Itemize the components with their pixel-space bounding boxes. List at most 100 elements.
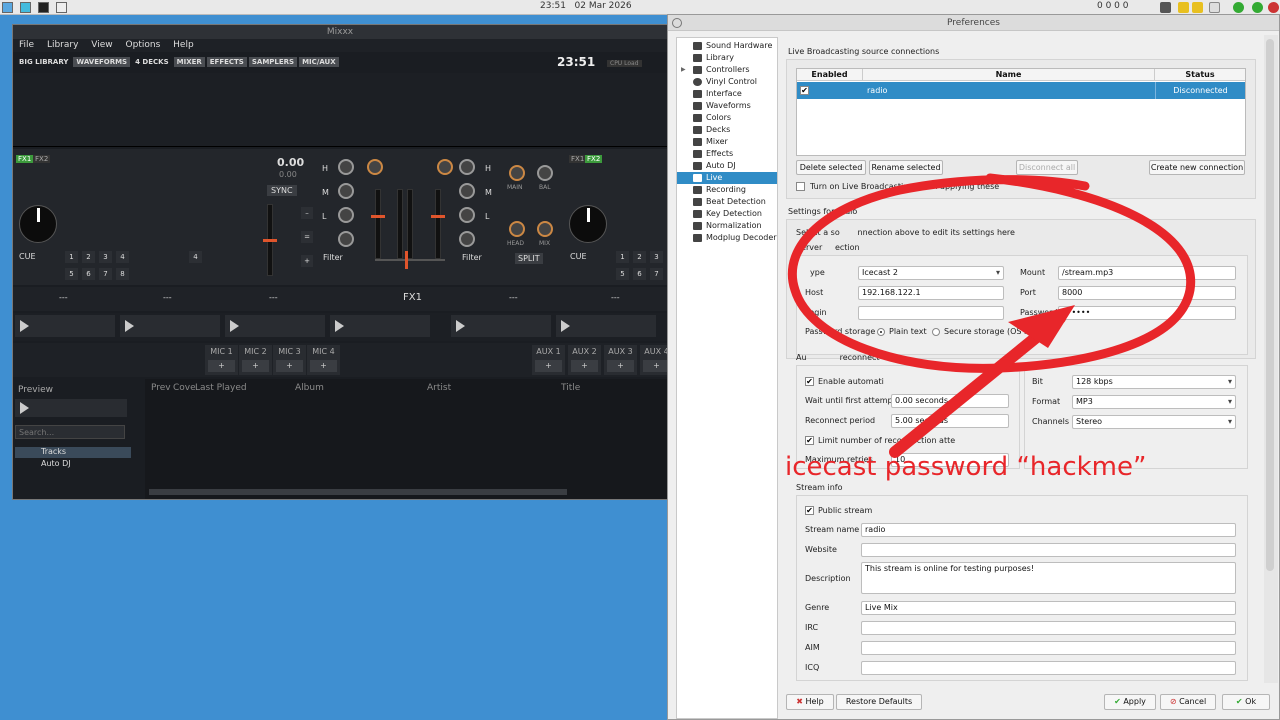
tree-auto-dj[interactable]: Auto DJ xyxy=(15,459,131,470)
power-icon[interactable] xyxy=(1268,2,1279,13)
split-button[interactable]: SPLIT xyxy=(515,253,543,264)
password-field[interactable]: •••••• xyxy=(1058,306,1236,320)
deck1-cue-button[interactable]: CUE xyxy=(19,252,36,261)
wait-first-attempt-spinner[interactable]: 0.00 seconds xyxy=(891,394,1009,408)
files-icon[interactable] xyxy=(20,2,31,13)
deck2-eq-high-knob[interactable] xyxy=(459,159,475,175)
toggle-4-decks[interactable]: 4 DECKS xyxy=(132,57,172,67)
aux-1-add[interactable]: + xyxy=(535,360,562,372)
menu-view[interactable]: View xyxy=(91,40,112,50)
deck2-volume-fader[interactable] xyxy=(435,189,441,259)
nav-sound-hardware[interactable]: Sound Hardware xyxy=(677,40,777,52)
enable-auto-reconnect-checkbox[interactable]: ✔ xyxy=(805,377,814,386)
crossfader[interactable] xyxy=(375,259,445,261)
notes-icon[interactable] xyxy=(1192,2,1203,13)
nav-effects[interactable]: Effects xyxy=(677,148,777,160)
preview-deck[interactable] xyxy=(15,399,127,417)
deck1-volume-handle[interactable] xyxy=(371,215,385,218)
deck1-minus-button[interactable]: – xyxy=(301,207,313,219)
menu-options[interactable]: Options xyxy=(126,40,161,50)
deck1-hotcue-3[interactable]: 3 xyxy=(99,251,112,263)
deck2-hotcue-2[interactable]: 2 xyxy=(633,251,646,263)
fx-unit-4-select[interactable]: --- xyxy=(509,293,518,302)
col-status[interactable]: Status xyxy=(1155,69,1245,81)
mic-4[interactable]: MIC 4 + xyxy=(307,345,340,375)
library-hscroll[interactable] xyxy=(149,489,567,495)
deck1-hotcue-2[interactable]: 2 xyxy=(82,251,95,263)
menu-icon[interactable] xyxy=(2,2,13,13)
mount-field[interactable]: /stream.mp3 xyxy=(1058,266,1236,280)
nav-key-detection[interactable]: Key Detection xyxy=(677,208,777,220)
deck2-cue-button[interactable]: CUE xyxy=(570,252,587,261)
deck1-plus-button[interactable]: + xyxy=(301,255,313,267)
toggle-samplers[interactable]: SAMPLERS xyxy=(248,57,298,67)
deck2-hotcue-3[interactable]: 3 xyxy=(650,251,663,263)
nav-beat-detection[interactable]: Beat Detection xyxy=(677,196,777,208)
fx-unit-5-select[interactable]: --- xyxy=(611,293,620,302)
nav-library[interactable]: Library xyxy=(677,52,777,64)
bitrate-select[interactable]: 128 kbps xyxy=(1072,375,1236,389)
col-album[interactable]: Album xyxy=(295,383,324,393)
restore-defaults-button[interactable]: Restore Defaults xyxy=(836,694,922,710)
toggle-effects[interactable]: EFFECTS xyxy=(206,57,247,67)
nav-modplug-decoder[interactable]: Modplug Decoder xyxy=(677,232,777,244)
fx-unit-3-select[interactable]: --- xyxy=(269,293,278,302)
aim-field[interactable] xyxy=(861,641,1236,655)
channels-select[interactable]: Stereo xyxy=(1072,415,1236,429)
network-icon[interactable] xyxy=(1233,2,1244,13)
deck1-rate-handle[interactable] xyxy=(263,239,277,242)
reconnect-period-spinner[interactable]: 5.00 seconds xyxy=(891,414,1009,428)
nav-interface[interactable]: Interface xyxy=(677,88,777,100)
play-icon[interactable] xyxy=(20,320,29,332)
deck1-volume-fader[interactable] xyxy=(375,189,381,259)
sampler-1[interactable] xyxy=(15,315,115,337)
deck2-eq-low-knob[interactable] xyxy=(459,207,475,223)
port-field[interactable]: 8000 xyxy=(1058,286,1236,300)
col-preview[interactable]: Prev xyxy=(151,383,171,393)
mic-1-add[interactable]: + xyxy=(208,360,235,372)
deck2-gain-knob[interactable] xyxy=(437,159,453,175)
deck2-volume-handle[interactable] xyxy=(431,215,445,218)
deck2-fx1[interactable]: FX1 xyxy=(569,155,587,163)
deck1-eq-high-knob[interactable] xyxy=(338,159,354,175)
balance-knob[interactable] xyxy=(537,165,553,181)
play-icon[interactable] xyxy=(335,320,344,332)
library-search-input[interactable] xyxy=(15,425,125,439)
create-connection-button[interactable]: Create new connection xyxy=(1149,160,1245,175)
settings-scrollbar-thumb[interactable] xyxy=(1266,39,1274,571)
website-field[interactable] xyxy=(861,543,1236,557)
col-name[interactable]: Name xyxy=(863,69,1155,81)
nav-normalization[interactable]: Normalization xyxy=(677,220,777,232)
head-mix-knob[interactable] xyxy=(537,221,553,237)
toggle-mixer[interactable]: MIXER xyxy=(173,57,205,67)
col-title[interactable]: Title xyxy=(561,383,580,393)
fx-unit-2-select[interactable]: --- xyxy=(163,293,172,302)
mic-3[interactable]: MIC 3 + xyxy=(273,345,306,375)
deck1-sync-button[interactable]: SYNC xyxy=(267,185,297,196)
crossfader-handle[interactable] xyxy=(405,251,408,269)
ok-button[interactable]: ✔ Ok xyxy=(1222,694,1270,710)
deck1-hotcue-7[interactable]: 7 xyxy=(99,268,112,280)
deck1-gain-knob[interactable] xyxy=(367,159,383,175)
public-stream-checkbox[interactable]: ✔ xyxy=(805,506,814,515)
deck1-spinny[interactable] xyxy=(19,205,57,243)
mic-3-add[interactable]: + xyxy=(276,360,303,372)
nav-live-broadcasting[interactable]: Live Broadcasting xyxy=(677,172,777,194)
aux-3-add[interactable]: + xyxy=(607,360,634,372)
col-enabled[interactable]: Enabled xyxy=(797,69,863,81)
deck1-reset-button[interactable]: = xyxy=(301,231,313,243)
col-cover[interactable]: Cove xyxy=(173,383,196,393)
main-gain-knob[interactable] xyxy=(509,165,525,181)
close-icon[interactable] xyxy=(672,18,682,28)
aux-2[interactable]: AUX 2 + xyxy=(568,345,601,375)
aux-2-add[interactable]: + xyxy=(571,360,598,372)
nav-waveforms[interactable]: Waveforms xyxy=(677,100,777,112)
nav-vinyl-control[interactable]: Vinyl Control xyxy=(677,76,777,88)
head-gain-knob[interactable] xyxy=(509,221,525,237)
menu-file[interactable]: File xyxy=(19,40,34,50)
play-icon[interactable] xyxy=(20,402,29,414)
nav-colors[interactable]: Colors xyxy=(677,112,777,124)
sampler-3[interactable] xyxy=(225,315,325,337)
plain-text-radio[interactable] xyxy=(877,328,885,336)
tree-tracks[interactable]: Tracks xyxy=(15,447,131,458)
